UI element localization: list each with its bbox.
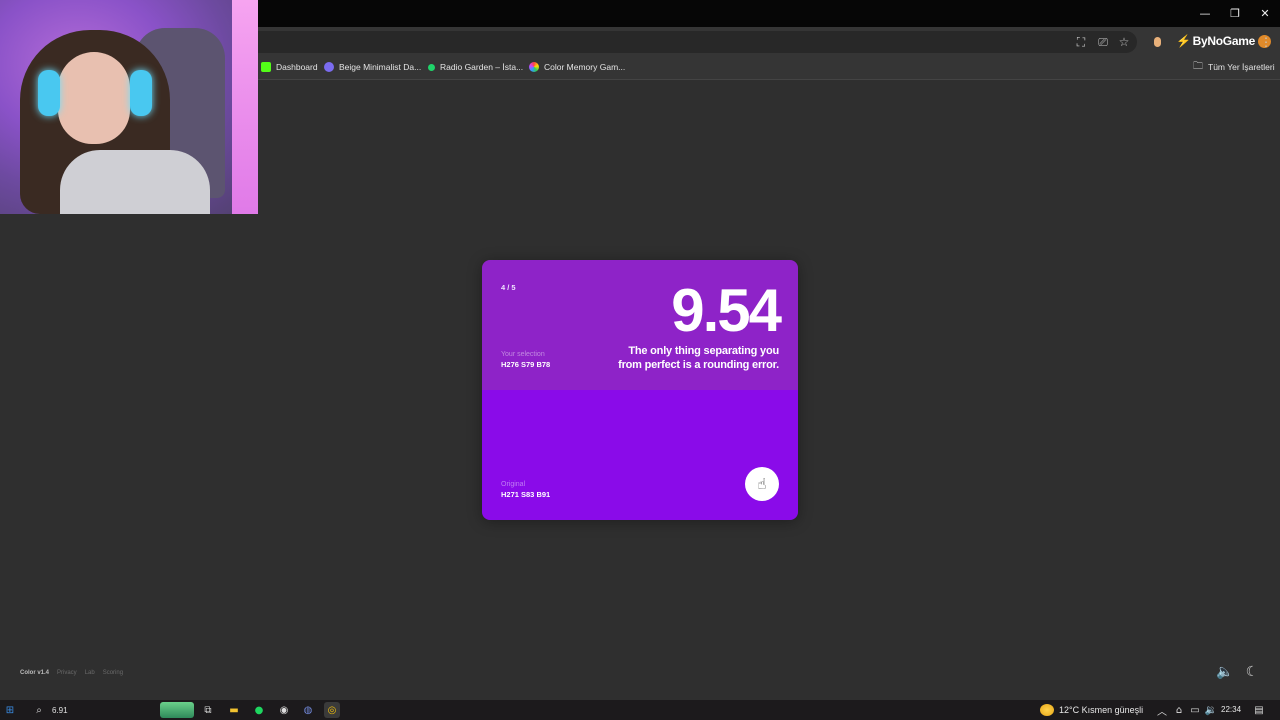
notification-icon[interactable]: ▤ [1251, 702, 1267, 718]
original-swatch: Original H271 S83 B91 [482, 390, 798, 520]
headset-right [130, 70, 152, 116]
webcam-overlay [0, 0, 258, 214]
message-line: from perfect is a rounding error. [618, 359, 779, 371]
radio-garden-icon [428, 63, 435, 71]
bookmark-radio-garden[interactable]: Radio Garden – İsta... [428, 59, 523, 75]
headset-left [38, 70, 60, 116]
bookmark-dashboard[interactable]: Dashboard [261, 59, 318, 75]
translate-icon[interactable]: ⛶ [1072, 33, 1090, 51]
dark-mode-moon-icon[interactable]: ☾ [1243, 663, 1261, 681]
page-footer: Color v1.4 Privacy Lab Scoring [20, 668, 123, 678]
widget-thumbnail-icon[interactable] [160, 702, 194, 718]
bookmark-label: Beige Minimalist Da... [339, 62, 422, 72]
original-value: H271 S83 B91 [501, 490, 551, 499]
score-value: 9.54 [671, 277, 782, 344]
display-icon[interactable]: ▭ [1187, 702, 1203, 718]
brand-label: ByNoGame [1192, 34, 1256, 48]
start-windows-icon[interactable]: ⊞ [2, 702, 18, 718]
bookmark-star-icon[interactable]: ☆ [1115, 33, 1133, 51]
taskbar-search-text[interactable]: 6.91 [52, 706, 68, 715]
score-message: The only thing separating you from perfe… [579, 344, 779, 372]
bookmark-label: Radio Garden – İsta... [440, 62, 524, 72]
footer-link-scoring[interactable]: Scoring [103, 670, 123, 676]
selection-label: Your selection [501, 351, 545, 358]
canva-icon [324, 62, 334, 72]
original-label: Original [501, 481, 526, 488]
task-view-icon[interactable]: ⧉ [200, 702, 216, 718]
address-bar[interactable] [240, 31, 1137, 53]
bookmark-label: Color Memory Gam... [544, 62, 626, 72]
next-button[interactable]: ☝ [745, 467, 779, 501]
chrome-icon[interactable]: ◎ [324, 702, 340, 718]
color-wheel-icon [529, 62, 539, 72]
install-app-icon[interactable]: ⎚ [1094, 33, 1112, 51]
chevron-up-icon[interactable]: ︿ [1154, 702, 1170, 718]
footer-link-privacy[interactable]: Privacy [57, 670, 77, 676]
folder-icon: 🗀 [1193, 60, 1203, 72]
taskbar-weather[interactable]: 12°C Kısmen güneşli [1040, 703, 1143, 717]
bookmark-color-memory[interactable]: Color Memory Gam... [529, 59, 625, 75]
minimize-button[interactable]: — [1190, 0, 1220, 27]
bookmark-beige-minimalist[interactable]: Beige Minimalist Da... [324, 59, 421, 75]
menu-kebab-icon[interactable]: ⋮ [1257, 33, 1275, 51]
streamer-face [58, 52, 130, 144]
volume-icon[interactable]: 🔉 [1203, 702, 1219, 718]
search-icon[interactable]: ⌕ [31, 702, 47, 718]
hand-pointer-icon: ☝ [757, 475, 767, 493]
close-button[interactable]: ✕ [1250, 0, 1280, 27]
obs-icon[interactable]: ◉ [276, 702, 292, 718]
sound-icon[interactable]: 🔈 [1216, 663, 1234, 681]
discord-icon[interactable]: ◍ [300, 702, 316, 718]
window-controls: — ❐ ✕ [1190, 0, 1280, 27]
selection-swatch: 4 / 5 9.54 The only thing separating you… [482, 260, 798, 390]
selection-value: H276 S79 B78 [501, 360, 551, 369]
kick-icon [261, 62, 271, 72]
footer-brand: Color v1.4 [20, 670, 50, 676]
bookmark-label: Dashboard [276, 62, 318, 72]
brand-logo-icon: ⚡ [1176, 34, 1191, 48]
file-explorer-icon[interactable]: ▬ [226, 702, 242, 718]
extension-icon[interactable] [1148, 33, 1166, 51]
message-line: The only thing separating you [628, 345, 779, 357]
pink-light [232, 0, 258, 214]
restore-button[interactable]: ❐ [1220, 0, 1250, 27]
round-counter: 4 / 5 [501, 283, 516, 292]
all-bookmarks[interactable]: 🗀 Tüm Yer İşaretleri [1193, 59, 1275, 75]
result-card: 4 / 5 9.54 The only thing separating you… [482, 260, 798, 520]
weather-label: 12°C Kısmen güneşli [1059, 705, 1144, 715]
taskbar-clock[interactable]: 22:34 [1221, 705, 1241, 714]
network-icon[interactable]: ⌂ [1171, 702, 1187, 718]
streamer-shirt [60, 150, 210, 214]
spotify-icon[interactable]: ● [251, 702, 267, 718]
partly-sunny-icon [1040, 704, 1054, 716]
footer-link-lab[interactable]: Lab [85, 670, 95, 676]
all-bookmarks-label: Tüm Yer İşaretleri [1208, 62, 1275, 72]
